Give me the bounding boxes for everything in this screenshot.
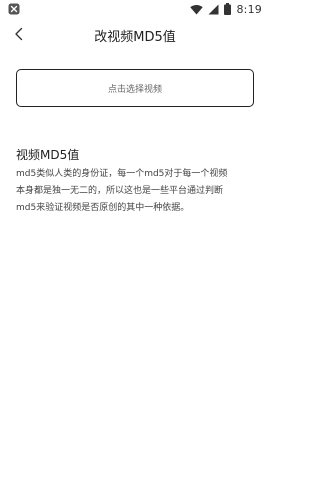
status-left [8,0,20,19]
screen: 8:19 改视频MD5值 点击选择视频 视频MD5值 md5类似人类的身份证，每… [0,0,270,480]
info-line: md5来验证视频是否原创的其中一种依据。 [16,203,190,213]
select-video-button[interactable]: 点击选择视频 [16,69,254,107]
status-bar: 8:19 [0,0,270,18]
status-right: 8:19 [190,0,262,19]
wifi-icon [190,0,204,19]
signal-icon [208,0,219,19]
info-description: md5类似人类的身份证，每一个md5对于每一个视频 本身都是独一无二的，所以这也… [16,166,256,217]
info-title: 视频MD5值 [16,148,80,162]
battery-icon [224,0,232,19]
page-title: 改视频MD5值 [94,30,176,45]
info-line: 本身都是独一无二的，所以这也是一些平台通过判断 [16,186,224,196]
app-notification-icon [8,0,20,19]
status-time: 8:19 [236,2,262,16]
app-bar: 改视频MD5值 [0,18,270,52]
info-line: md5类似人类的身份证，每一个md5对于每一个视频 [16,169,228,179]
